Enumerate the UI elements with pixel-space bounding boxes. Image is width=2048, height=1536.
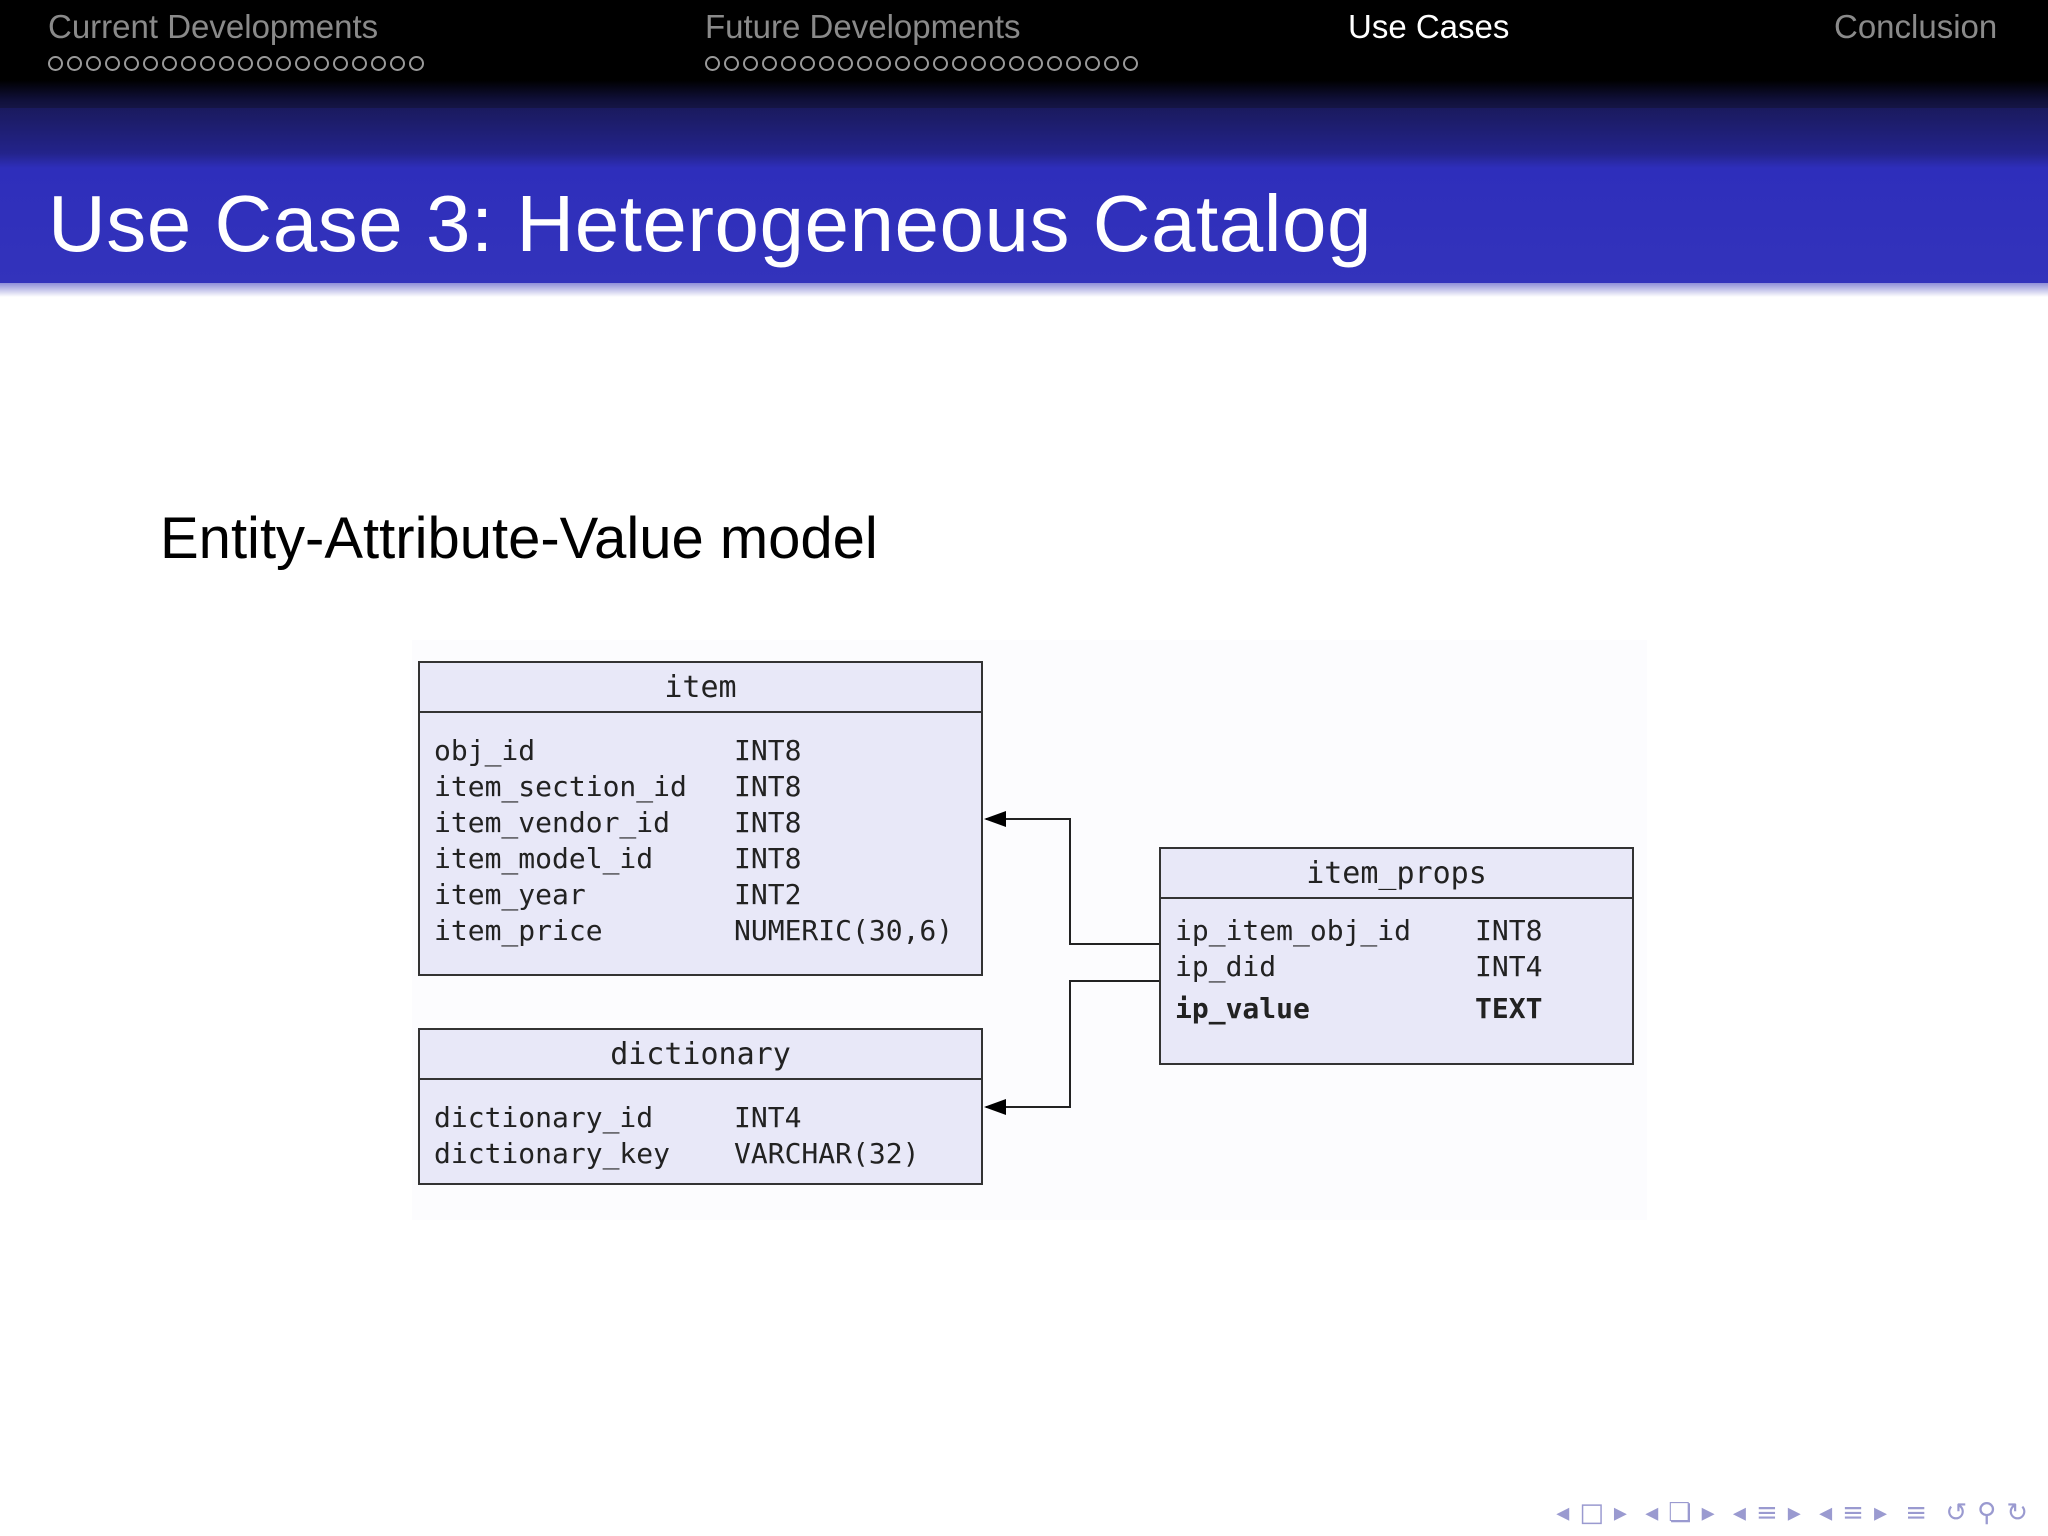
undo-icon[interactable]: ↺	[1945, 1498, 1967, 1528]
column-type: INT2	[734, 878, 802, 911]
nav-left-icon[interactable]: ◂	[1556, 1498, 1569, 1528]
table-item-columns: obj_id INT8 item_section_id INT8 item_ve…	[420, 713, 981, 949]
table-item-header: item	[420, 663, 981, 713]
column-type: INT8	[734, 842, 802, 875]
search-icon[interactable]: ⚲	[1977, 1498, 1996, 1528]
table-column-row: dictionary_id INT4	[434, 1100, 981, 1136]
nav-right-icon[interactable]: ▸	[1874, 1498, 1887, 1528]
table-column-row: obj_id INT8	[434, 733, 981, 769]
table-column-row: dictionary_key VARCHAR(32)	[434, 1136, 981, 1172]
frame-icon[interactable]: □	[1579, 1498, 1604, 1528]
table-column-row: item_vendor_id INT8	[434, 805, 981, 841]
column-name: ip_did	[1175, 950, 1277, 983]
relation-arrowhead-dictionary	[984, 1099, 1006, 1115]
table-item-props-header: item_props	[1161, 849, 1632, 899]
column-type: INT8	[1475, 914, 1543, 947]
nav-right-icon[interactable]: ▸	[1702, 1498, 1715, 1528]
section-icon[interactable]: ≡	[1842, 1498, 1864, 1528]
table-column-row: item_year INT2	[434, 877, 981, 913]
column-type: TEXT	[1475, 992, 1543, 1025]
nav-left-icon[interactable]: ◂	[1645, 1498, 1658, 1528]
table-item-props: item_props ip_item_obj_id INT8 ip_did IN…	[1159, 847, 1634, 1065]
table-dictionary-header: dictionary	[420, 1030, 981, 1080]
relation-line-item	[986, 818, 1160, 945]
align-icon[interactable]: ≡	[1905, 1498, 1927, 1528]
column-name: item_model_id	[434, 842, 654, 875]
column-type: NUMERIC(30,6)	[734, 914, 954, 947]
relation-line-dictionary	[986, 980, 1160, 1108]
relation-arrowhead-item	[984, 811, 1006, 827]
table-column-row: ip_did INT4	[1175, 949, 1632, 985]
table-dictionary: dictionary dictionary_id INT4 dictionary…	[418, 1028, 983, 1185]
column-name: dictionary_id	[434, 1101, 654, 1134]
section-icon[interactable]: ≡	[1756, 1498, 1778, 1528]
column-type: INT8	[734, 734, 802, 767]
table-column-row: item_section_id INT8	[434, 769, 981, 805]
nav-right-icon[interactable]: ▸	[1788, 1498, 1801, 1528]
table-column-row: item_model_id INT8	[434, 841, 981, 877]
column-type: INT8	[734, 806, 802, 839]
column-name: obj_id	[434, 734, 536, 767]
column-name: item_price	[434, 914, 603, 947]
table-column-row: item_price NUMERIC(30,6)	[434, 913, 981, 949]
column-type: VARCHAR(32)	[734, 1137, 920, 1170]
column-name: dictionary_key	[434, 1137, 671, 1170]
nav-left-icon[interactable]: ◂	[1819, 1498, 1832, 1528]
nav-left-icon[interactable]: ◂	[1733, 1498, 1746, 1528]
column-name: ip_value	[1175, 992, 1310, 1025]
column-name: item_vendor_id	[434, 806, 671, 839]
table-item: item obj_id INT8 item_section_id INT8 it…	[418, 661, 983, 976]
table-column-row: ip_item_obj_id INT8	[1175, 913, 1632, 949]
table-column-row: ip_value TEXT	[1175, 991, 1632, 1027]
table-dictionary-columns: dictionary_id INT4 dictionary_key VARCHA…	[420, 1080, 981, 1172]
column-name: item_year	[434, 878, 586, 911]
subsection-icon[interactable]: ❏	[1668, 1498, 1691, 1528]
column-type: INT4	[1475, 950, 1543, 983]
redo-icon[interactable]: ↻	[2006, 1498, 2028, 1528]
column-type: INT8	[734, 770, 802, 803]
table-item-props-columns: ip_item_obj_id INT8 ip_did INT4 ip_value…	[1161, 899, 1632, 1027]
column-type: INT4	[734, 1101, 802, 1134]
er-diagram-connectors	[984, 811, 1160, 1115]
beamer-navigation-symbols: ◂ □ ▸ ◂ ❏ ▸ ◂ ≡ ▸ ◂ ≡ ▸ ≡ ↺ ⚲ ↻	[1546, 1498, 2028, 1528]
column-name: ip_item_obj_id	[1175, 914, 1412, 947]
nav-right-icon[interactable]: ▸	[1614, 1498, 1627, 1528]
column-name: item_section_id	[434, 770, 687, 803]
